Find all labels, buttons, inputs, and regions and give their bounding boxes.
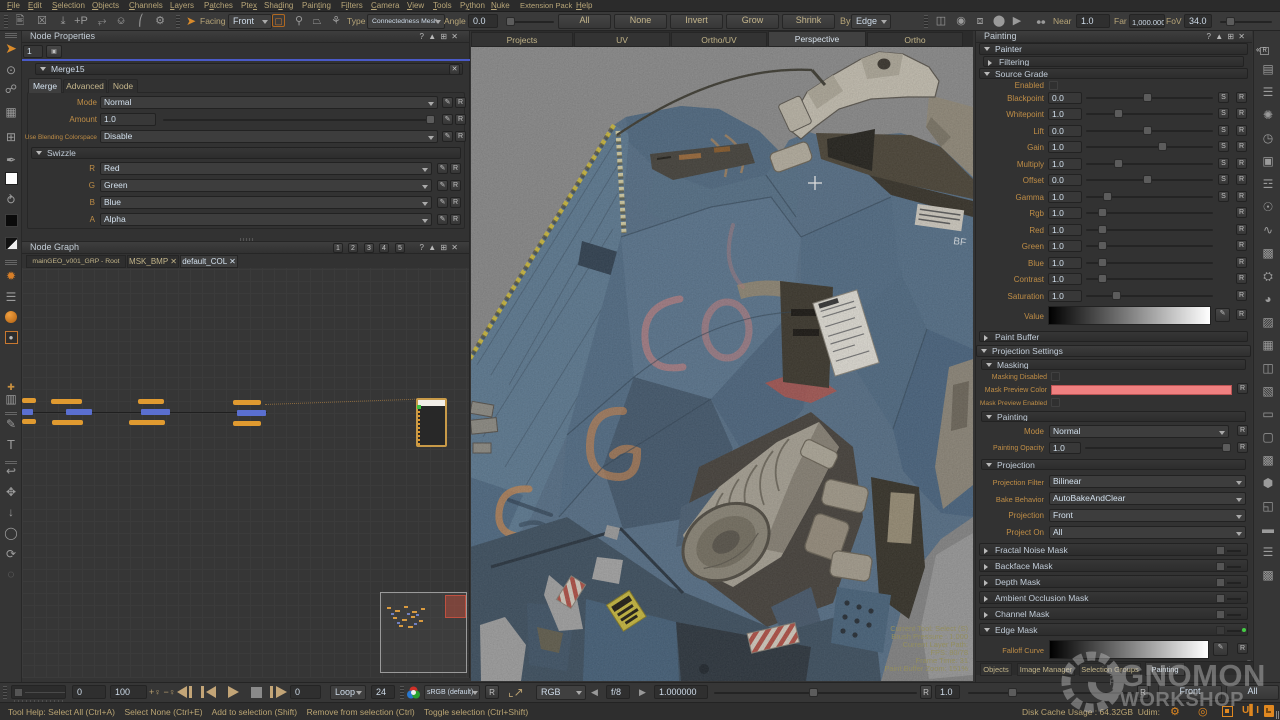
svg-text:Paint Buffer Zoom: 151%: Paint Buffer Zoom: 151% (884, 664, 968, 673)
